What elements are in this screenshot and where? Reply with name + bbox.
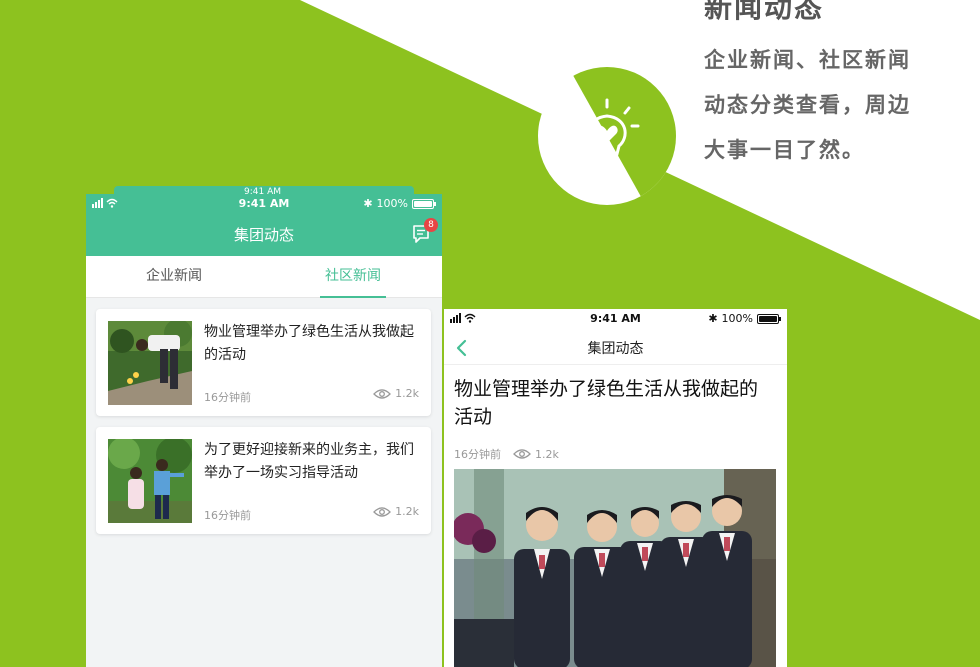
phone-news-detail: 9:41 AM ✱ 100% 集团动态 物业管理举办了绿色生活从我做起的活动 1… (444, 309, 787, 667)
news-list-item[interactable]: 为了更好迎接新来的业务主，我们举办了一场实习指导活动 16分钟前 1.2k (96, 427, 431, 534)
eye-icon (373, 506, 392, 517)
bluetooth-icon: ✱ (363, 197, 373, 210)
tab-community-news[interactable]: 社区新闻 (293, 256, 413, 298)
eye-icon (513, 449, 531, 459)
phone-news-list: 9:41 AM ✱ 100% 集团动态 8 企业新闻 社区新闻 物业管理举办了绿… (86, 194, 442, 667)
news-time: 16分钟前 (204, 391, 251, 404)
app-header: 9:41 AM ✱ 100% 集团动态 8 (86, 194, 442, 256)
section-title: 新闻动态 (704, 0, 825, 24)
views-count: 1.2k (395, 387, 419, 400)
section-description: 企业新闻、社区新闻 动态分类查看，周边 大事一目了然。 (704, 38, 964, 173)
article-meta: 16分钟前 1.2k (454, 446, 559, 462)
status-bar: 9:41 AM ✱ 100% (444, 309, 787, 329)
bluetooth-icon: ✱ (708, 312, 718, 325)
battery-icon (757, 313, 781, 324)
eye-icon (373, 388, 392, 399)
tab-enterprise-news[interactable]: 企业新闻 (114, 256, 234, 298)
battery-percent: 100% (376, 197, 408, 210)
views-count: 1.2k (535, 447, 559, 461)
views-count: 1.2k (395, 505, 419, 518)
news-title: 为了更好迎接新来的业务主，我们举办了一场实习指导活动 (204, 442, 414, 481)
lightbulb-heart-icon (574, 98, 640, 168)
battery-status: ✱ 100% (363, 197, 436, 210)
feature-badge (538, 67, 676, 205)
news-views: 1.2k (373, 505, 419, 518)
news-time: 16分钟前 (204, 509, 251, 522)
status-bar: 9:41 AM ✱ 100% (86, 194, 442, 214)
message-count-badge: 8 (424, 218, 438, 232)
description-line: 大事一目了然。 (704, 138, 865, 162)
battery-status: ✱ 100% (708, 312, 781, 325)
article-title: 物业管理举办了绿色生活从我做起的活动 (454, 378, 759, 428)
article-views: 1.2k (513, 448, 559, 461)
article-photo (454, 469, 776, 667)
news-thumbnail (108, 321, 192, 405)
news-list-item[interactable]: 物业管理举办了绿色生活从我做起的活动 16分钟前 1.2k (96, 309, 431, 416)
description-line: 动态分类查看，周边 (704, 93, 911, 117)
article-time: 16分钟前 (454, 448, 501, 461)
news-title: 物业管理举办了绿色生活从我做起的活动 (204, 324, 414, 363)
nav-bar: 集团动态 (444, 331, 787, 365)
message-button[interactable]: 8 (411, 218, 438, 247)
news-tabs: 企业新闻 社区新闻 (86, 256, 442, 298)
description-line: 企业新闻、社区新闻 (704, 48, 911, 72)
page-title: 集团动态 (587, 341, 644, 357)
page-title: 集团动态 (233, 226, 294, 244)
news-thumbnail (108, 439, 192, 523)
battery-icon (412, 198, 436, 209)
news-views: 1.2k (373, 387, 419, 400)
battery-percent: 100% (721, 312, 753, 325)
